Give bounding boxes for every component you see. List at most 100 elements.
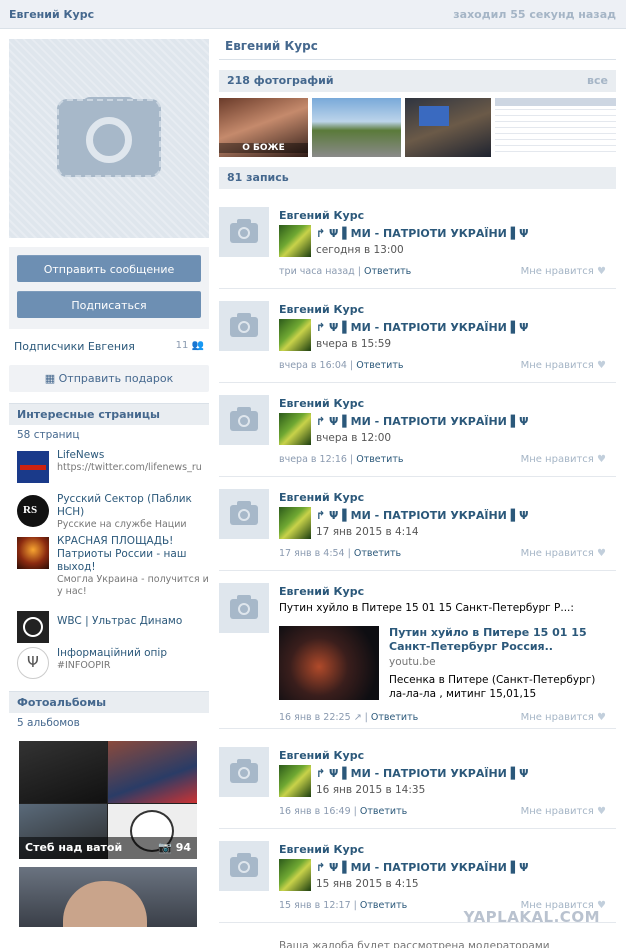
wall-post-video: Евгений Курс Путин хуйло в Питере 15 01 … bbox=[219, 583, 616, 729]
photo-thumb[interactable] bbox=[312, 98, 401, 157]
left-column: Отправить сообщение Подписаться Подписчи… bbox=[9, 39, 209, 927]
like-button[interactable]: Мне нравится ♥ bbox=[521, 806, 606, 817]
repost-avatar[interactable] bbox=[279, 225, 311, 257]
repost-title[interactable]: ↱ Ψ ▌МИ - ПАТРІОТИ УКРАЇНИ ▌Ψ bbox=[316, 509, 529, 522]
page-item-wbc[interactable]: WBC | Ультрас Динамо bbox=[17, 609, 209, 645]
author-avatar[interactable] bbox=[219, 583, 269, 633]
post-footer: 17 янв в 4:54 | Ответить bbox=[279, 548, 402, 559]
send-gift-button[interactable]: ▦ Отправить подарок bbox=[9, 365, 209, 392]
page-title: Русский Сектор (Паблик НСН) bbox=[57, 493, 192, 518]
profile-avatar[interactable] bbox=[9, 39, 209, 238]
author-avatar[interactable] bbox=[219, 841, 269, 891]
page-subtitle: #INFOOPIR bbox=[57, 660, 111, 671]
author-avatar[interactable] bbox=[219, 301, 269, 351]
subscribe-button[interactable]: Подписаться bbox=[17, 291, 201, 318]
page-item-lifenews[interactable]: LifeNews https://twitter.com/lifenews_ru bbox=[17, 449, 209, 493]
video-source[interactable]: youtu.be bbox=[389, 656, 436, 668]
subscribers-row[interactable]: Подписчики Евгения 11 👥 bbox=[9, 329, 209, 365]
photo-thumb[interactable]: О БОЖЕ bbox=[219, 98, 308, 157]
post-author[interactable]: Евгений Курс bbox=[279, 843, 364, 856]
page-subtitle: Русские на службе Нации bbox=[57, 519, 187, 530]
repost-title[interactable]: ↱ Ψ ▌МИ - ПАТРІОТИ УКРАЇНИ ▌Ψ bbox=[316, 767, 529, 780]
reply-link[interactable]: Ответить bbox=[356, 454, 403, 465]
author-avatar[interactable] bbox=[219, 489, 269, 539]
post-author[interactable]: Евгений Курс bbox=[279, 209, 364, 222]
repost-date: 15 янв 2015 в 4:15 bbox=[316, 878, 419, 890]
author-avatar[interactable] bbox=[219, 395, 269, 445]
like-button[interactable]: Мне нравится ♥ bbox=[521, 266, 606, 277]
page-item-russian-sector[interactable]: RS Русский Сектор (Паблик НСН) Русские н… bbox=[17, 493, 209, 535]
reply-link[interactable]: Ответить bbox=[371, 712, 418, 723]
post-author[interactable]: Евгений Курс bbox=[279, 749, 364, 762]
repost-avatar[interactable] bbox=[279, 507, 311, 539]
lifenews-logo bbox=[17, 451, 49, 483]
camera-icon bbox=[230, 313, 258, 337]
page-item-red-square[interactable]: КРАСНАЯ ПЛОЩАДЬ! Патриоты России - наш в… bbox=[17, 535, 209, 609]
interesting-pages-header[interactable]: Интересные страницы bbox=[9, 403, 209, 425]
albums-header[interactable]: Фотоальбомы bbox=[9, 691, 209, 713]
repost-icon: ↱ bbox=[316, 415, 330, 428]
repost-icon: ↱ bbox=[316, 227, 330, 240]
post-author[interactable]: Евгений Курс bbox=[279, 585, 364, 598]
dinamo-logo bbox=[17, 611, 49, 643]
album-cover-2[interactable] bbox=[19, 867, 197, 927]
album-caption: Стеб над ватой 📷 94 bbox=[19, 837, 197, 859]
repost-date: 16 янв 2015 в 14:35 bbox=[316, 784, 426, 796]
repost-avatar[interactable] bbox=[279, 319, 311, 351]
page-item-infoopir[interactable]: Ψ Інформаційний опір #INFOOPIR bbox=[17, 645, 209, 685]
report-notice: Ваша жалоба будет рассмотрена модератора… bbox=[279, 940, 550, 948]
repost-date: вчера в 15:59 bbox=[316, 338, 392, 350]
posts-header[interactable]: 81 запись bbox=[219, 167, 616, 189]
reply-link[interactable]: Ответить bbox=[360, 900, 407, 911]
watermark: YAPLAKAL.COM bbox=[463, 908, 600, 926]
repost-date: сегодня в 13:00 bbox=[316, 244, 404, 256]
top-bar: Евгений Курс заходил 55 секунд назад bbox=[0, 0, 626, 29]
repost-avatar[interactable] bbox=[279, 413, 311, 445]
repost-avatar[interactable] bbox=[279, 859, 311, 891]
post-footer: 15 янв в 12:17 | Ответить bbox=[279, 900, 408, 911]
post-footer: вчера в 12:16 | Ответить bbox=[279, 454, 404, 465]
wall-post: Евгений Курс ↱ Ψ ▌МИ - ПАТРІОТИ УКРАЇНИ … bbox=[219, 207, 616, 289]
video-title[interactable]: Путин хуйло в Питере 15 01 15 Санкт-Пете… bbox=[389, 626, 614, 654]
reply-link[interactable]: Ответить bbox=[364, 266, 411, 277]
albums-count: 5 альбомов bbox=[17, 717, 80, 729]
like-button[interactable]: Мне нравится ♥ bbox=[521, 360, 606, 371]
trident-logo: Ψ bbox=[17, 647, 49, 679]
like-button[interactable]: Мне нравится ♥ bbox=[521, 454, 606, 465]
repost-title[interactable]: ↱ Ψ ▌МИ - ПАТРІОТИ УКРАЇНИ ▌Ψ bbox=[316, 227, 529, 240]
page-subtitle: Смогла Украина - получится и у нас! bbox=[57, 574, 209, 597]
post-author[interactable]: Евгений Курс bbox=[279, 491, 364, 504]
reply-link[interactable]: Ответить bbox=[354, 548, 401, 559]
author-avatar[interactable] bbox=[219, 747, 269, 797]
photo-thumb[interactable] bbox=[405, 98, 491, 157]
album-cover[interactable]: Стеб над ватой 📷 94 bbox=[19, 741, 197, 859]
photos-all-link[interactable]: все bbox=[587, 70, 608, 92]
camera-icon bbox=[230, 853, 258, 877]
interesting-pages-count: 58 страниц bbox=[17, 429, 80, 441]
gift-icon: ▦ bbox=[44, 372, 56, 385]
wall-post: Евгений Курс ↱ Ψ ▌МИ - ПАТРІОТИ УКРАЇНИ … bbox=[219, 489, 616, 571]
video-thumbnail[interactable] bbox=[279, 626, 379, 700]
reply-link[interactable]: Ответить bbox=[360, 806, 407, 817]
repost-title[interactable]: ↱ Ψ ▌МИ - ПАТРІОТИ УКРАЇНИ ▌Ψ bbox=[316, 415, 529, 428]
albums-list: Стеб над ватой 📷 94 bbox=[19, 741, 197, 927]
red-square-thumb bbox=[17, 537, 49, 569]
page-title: LifeNews bbox=[57, 449, 105, 461]
camera-icon bbox=[230, 407, 258, 431]
repost-avatar[interactable] bbox=[279, 765, 311, 797]
like-button[interactable]: Мне нравится ♥ bbox=[521, 712, 606, 723]
send-message-button[interactable]: Отправить сообщение bbox=[17, 255, 201, 282]
photos-header[interactable]: 218 фотографий все bbox=[219, 70, 616, 92]
photos-strip: О БОЖЕ bbox=[219, 98, 616, 160]
photo-thumb[interactable] bbox=[495, 98, 616, 157]
heart-icon: ♥ bbox=[597, 712, 606, 723]
like-button[interactable]: Мне нравится ♥ bbox=[521, 548, 606, 559]
repost-title[interactable]: ↱ Ψ ▌МИ - ПАТРІОТИ УКРАЇНИ ▌Ψ bbox=[316, 321, 529, 334]
repost-title[interactable]: ↱ Ψ ▌МИ - ПАТРІОТИ УКРАЇНИ ▌Ψ bbox=[316, 861, 529, 874]
page-title: WBC | Ультрас Динамо bbox=[57, 615, 183, 627]
post-author[interactable]: Евгений Курс bbox=[279, 303, 364, 316]
author-avatar[interactable] bbox=[219, 207, 269, 257]
reply-link[interactable]: Ответить bbox=[356, 360, 403, 371]
post-author[interactable]: Евгений Курс bbox=[279, 397, 364, 410]
header-name[interactable]: Евгений Курс bbox=[9, 8, 94, 21]
